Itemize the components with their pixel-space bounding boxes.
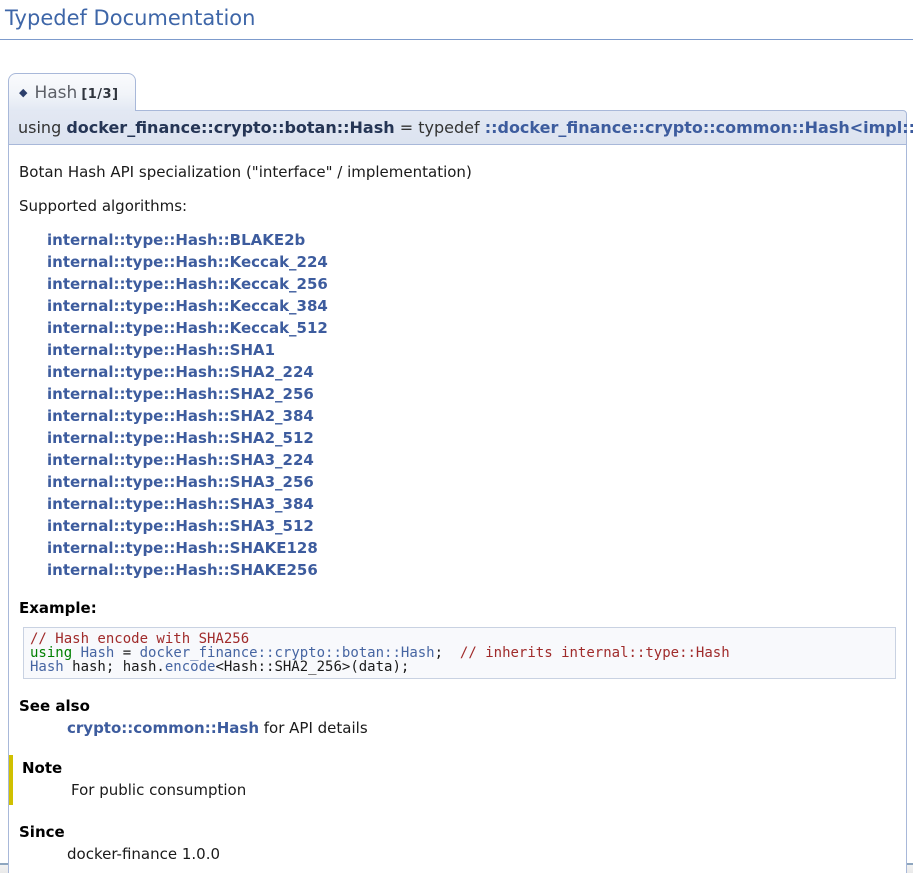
algorithm-link-list: internal::type::Hash::BLAKE2binternal::t… [47,229,896,581]
algorithm-link[interactable]: internal::type::Hash::SHAKE256 [47,559,318,581]
title-divider [0,39,913,40]
see-also-content: crypto::common::Hash for API details [67,719,896,737]
algorithm-link[interactable]: internal::type::Hash::SHA1 [47,339,275,361]
algorithm-link[interactable]: internal::type::Hash::SHA3_384 [47,493,314,515]
see-also-section: See also crypto::common::Hash for API de… [19,697,896,737]
note-label: Note [22,759,896,777]
code-symbol-link[interactable]: Hash [30,659,64,675]
declaration-name: docker_finance::crypto::botan::Hash [66,118,394,137]
code-symbol-link[interactable]: encode [165,659,216,675]
algorithm-link[interactable]: internal::type::Hash::Keccak_256 [47,273,328,295]
page-title: Typedef Documentation [5,6,913,39]
since-section: Since docker-finance 1.0.0 [19,823,896,863]
code-line: Hash hash; hash.encode<Hash::SHA2_256>(d… [30,660,889,674]
algorithm-link[interactable]: internal::type::Hash::Keccak_512 [47,317,328,339]
member-item: using docker_finance::crypto::botan::Has… [8,110,907,873]
supported-algorithms-label: Supported algorithms: [19,197,896,215]
declaration-middle: = typedef [395,118,485,137]
code-token-plain: <Hash::SHA2_256>(data); [215,659,409,675]
member-documentation: Botan Hash API specialization ("interfac… [8,145,907,873]
algorithm-link[interactable]: internal::type::Hash::SHA2_224 [47,361,314,383]
declaration-prefix: using [18,118,66,137]
algorithm-link[interactable]: internal::type::Hash::SHA3_256 [47,471,314,493]
algorithm-link[interactable]: internal::type::Hash::SHA2_384 [47,405,314,427]
code-line: using Hash = docker_finance::crypto::bot… [30,646,889,660]
see-also-suffix: for API details [259,719,368,737]
code-token-plain: ; [435,645,460,661]
member-overload-count: [1/3] [81,87,118,102]
code-line: // Hash encode with SHA256 [30,632,889,646]
algorithm-link[interactable]: internal::type::Hash::Keccak_224 [47,251,328,273]
algorithm-link[interactable]: internal::type::Hash::BLAKE2b [47,229,305,251]
since-label: Since [19,823,896,841]
code-token-comment: // inherits internal::type::Hash [460,645,730,661]
algorithm-link[interactable]: internal::type::Hash::SHA3_512 [47,515,314,537]
algorithm-link[interactable]: internal::type::Hash::SHA2_512 [47,427,314,449]
member-description: Botan Hash API specialization ("interfac… [19,163,896,181]
see-also-label: See also [19,697,896,715]
member-tab-label: Hash [34,83,77,103]
example-section: Example: [19,599,896,617]
member-prototype: using docker_finance::crypto::botan::Has… [8,110,907,145]
note-text: For public consumption [71,781,896,799]
code-token-plain: hash; hash. [64,659,165,675]
see-also-link[interactable]: crypto::common::Hash [67,719,259,737]
code-fragment: // Hash encode with SHA256using Hash = d… [23,627,896,679]
example-label: Example: [19,599,896,617]
since-text: docker-finance 1.0.0 [67,845,896,863]
algorithm-link[interactable]: internal::type::Hash::SHA2_256 [47,383,314,405]
typedef-member-block: ◆Hash[1/3] using docker_finance::crypto:… [8,73,907,873]
member-tab-hash[interactable]: ◆ Hash [1/3] [8,73,136,111]
algorithm-link[interactable]: internal::type::Hash::SHAKE128 [47,537,318,559]
diamond-bullet-icon: ◆ [19,86,27,99]
note-section: Note For public consumption [9,755,896,805]
algorithm-link[interactable]: internal::type::Hash::Keccak_384 [47,295,328,317]
algorithm-link[interactable]: internal::type::Hash::SHA3_224 [47,449,314,471]
declaration-target-link[interactable]: ::docker_finance::crypto::common::Hash<i… [485,118,913,137]
